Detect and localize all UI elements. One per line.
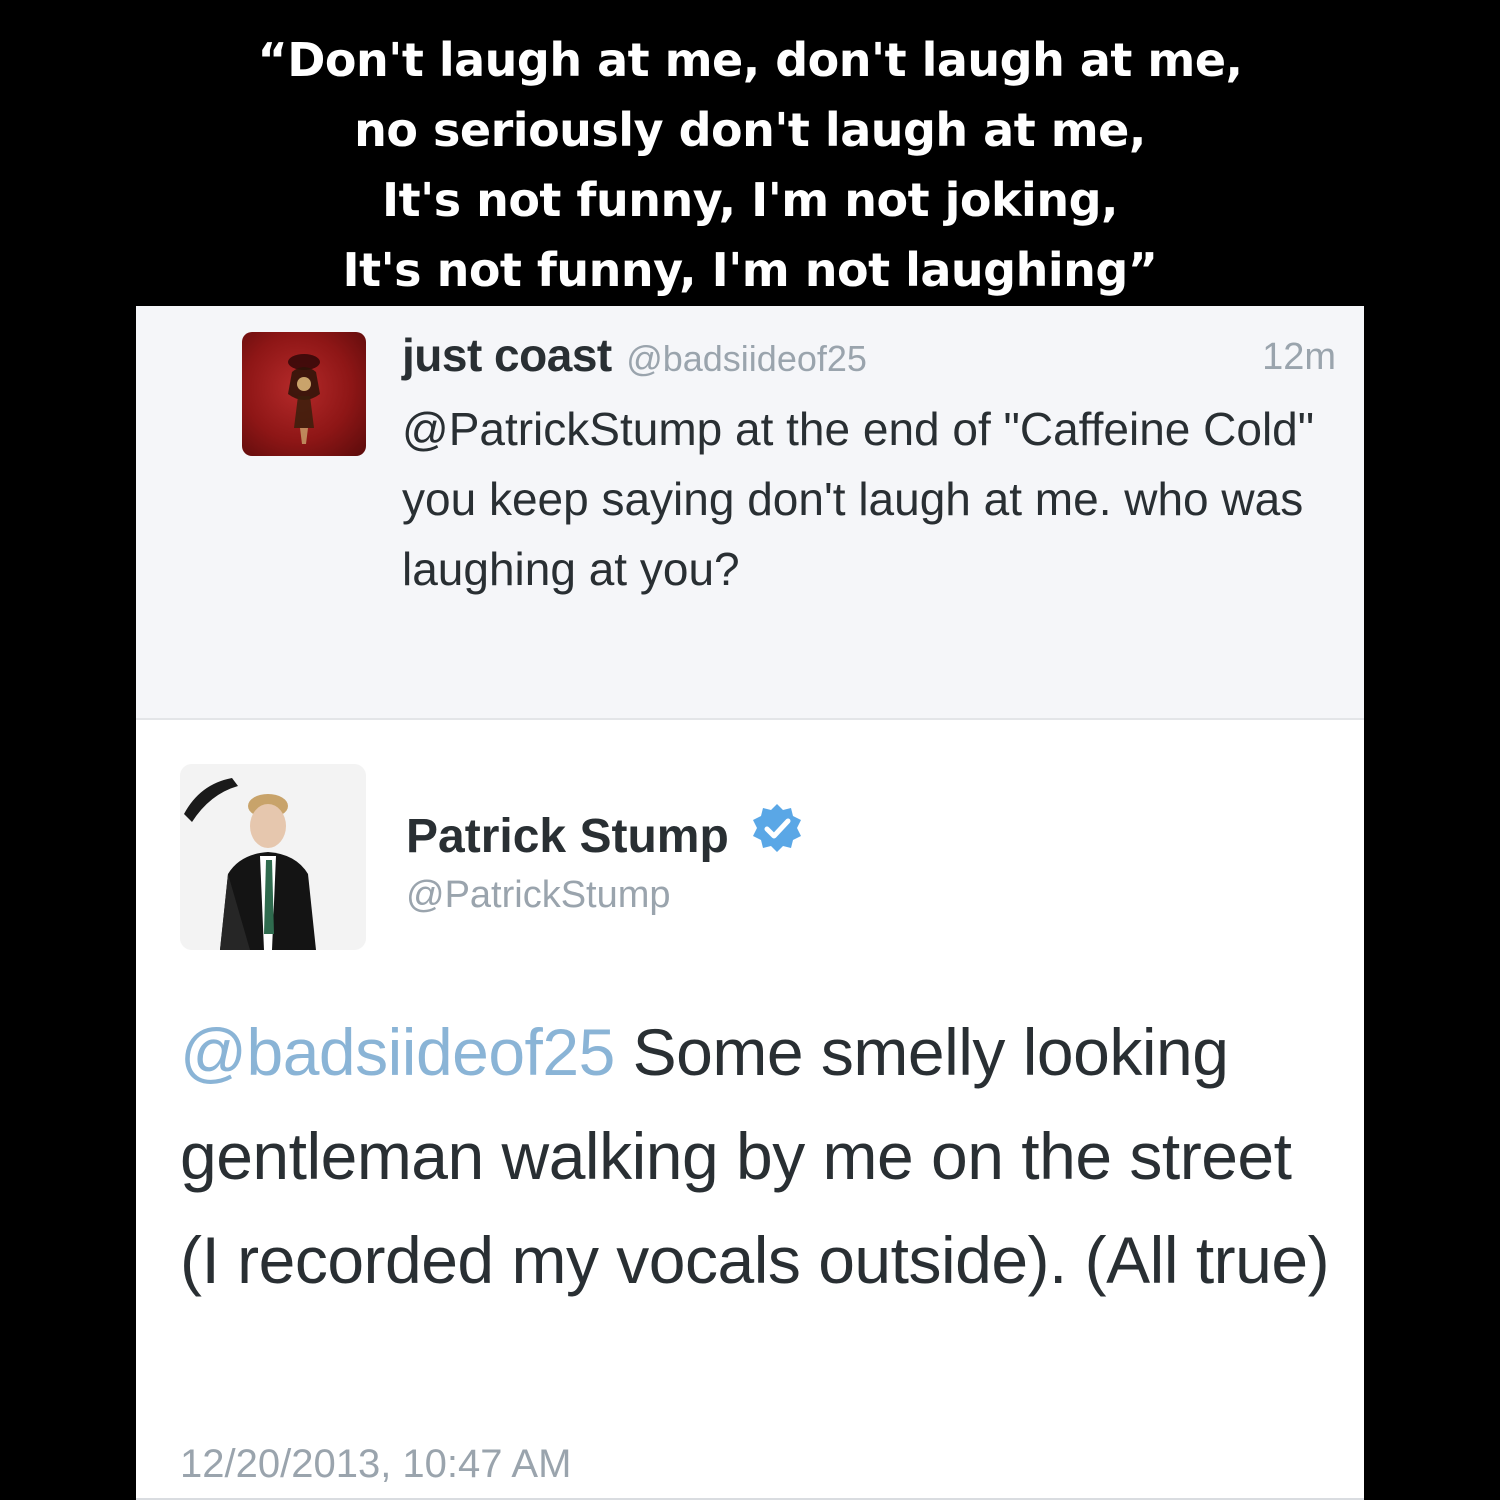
tweet-screenshot: just coast @badsiideof25 12m @PatrickStu… [136, 306, 1364, 1500]
caption-line: “Don't laugh at me, don't laugh at me, [257, 33, 1243, 87]
reply-display-name[interactable]: just coast [402, 329, 612, 381]
main-tweet-timestamp: 12/20/2013, 10:47 AM [180, 1442, 572, 1486]
reply-handle[interactable]: @badsiideof25 [626, 338, 867, 379]
main-handle[interactable]: @PatrickStump [406, 874, 671, 917]
album-art-figure-icon [288, 354, 320, 444]
reply-header: just coast @badsiideof25 12m [402, 328, 1336, 388]
main-display-name-text[interactable]: Patrick Stump [406, 809, 729, 864]
verified-badge-icon [749, 802, 805, 870]
main-display-name[interactable]: Patrick Stump [406, 802, 805, 870]
caption-banner: “Don't laugh at me, don't laugh at me, n… [0, 0, 1500, 306]
reply-tweet[interactable]: just coast @badsiideof25 12m @PatrickStu… [136, 306, 1364, 720]
main-tweet[interactable]: Patrick Stump @PatrickStump @badsiideof2… [136, 720, 1364, 1500]
profile-photo-figure-icon [180, 764, 366, 950]
caption-line: It's not funny, I'm not joking, [382, 173, 1118, 227]
mention-link[interactable]: @badsiideof25 [180, 1015, 615, 1089]
caption-line: It's not funny, I'm not laughing” [342, 243, 1158, 297]
profile-photo-avatar[interactable] [180, 764, 366, 950]
album-art-avatar[interactable] [242, 332, 366, 456]
reply-tweet-text: @PatrickStump at the end of "Caffeine Co… [402, 403, 1315, 595]
caption-text: “Don't laugh at me, don't laugh at me, n… [0, 0, 1500, 305]
reply-timestamp: 12m [1262, 336, 1336, 378]
main-tweet-text: @badsiideof25 Some smelly looking gentle… [180, 1000, 1340, 1312]
caption-line: no seriously don't laugh at me, [354, 103, 1146, 157]
